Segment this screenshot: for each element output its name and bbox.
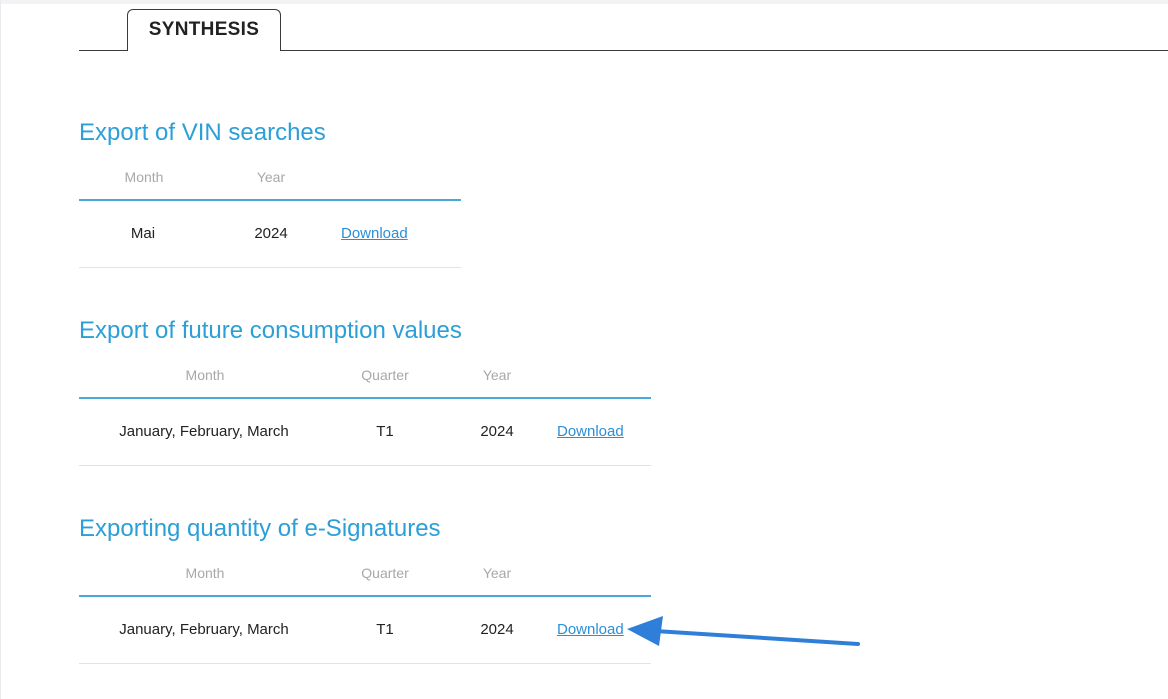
future-cell-year: 2024 xyxy=(480,423,514,440)
esign-cell-year: 2024 xyxy=(480,621,514,638)
future-download-link[interactable]: Download xyxy=(557,423,624,440)
tab-synthesis[interactable]: SYNTHESIS xyxy=(127,9,281,51)
esign-cell-quarter: T1 xyxy=(376,621,394,638)
esign-row-divider xyxy=(79,663,651,664)
vin-cell-month: Mai xyxy=(130,225,156,242)
esign-header-divider xyxy=(79,595,651,597)
vin-header-month: Month xyxy=(124,169,164,185)
vin-header-divider xyxy=(79,199,461,201)
future-header-year: Year xyxy=(482,367,512,383)
future-section: Export of future consumption values Mont… xyxy=(79,317,651,467)
esign-header-year: Year xyxy=(482,565,512,581)
vin-header-year: Year xyxy=(256,169,286,185)
vin-download-link[interactable]: Download xyxy=(341,225,408,242)
vin-section-title: Export of VIN searches xyxy=(79,119,326,146)
future-cell-quarter: T1 xyxy=(376,423,394,440)
esign-header-month: Month xyxy=(185,565,225,581)
future-cell-month: January, February, March xyxy=(119,423,289,440)
vin-cell-year: 2024 xyxy=(254,225,288,242)
esign-cell-month: January, February, March xyxy=(119,621,289,638)
esign-section: Exporting quantity of e-Signatures Month… xyxy=(79,515,651,665)
future-section-title: Export of future consumption values xyxy=(79,317,462,344)
annotation-arrow-icon xyxy=(627,616,860,646)
esign-section-title: Exporting quantity of e-Signatures xyxy=(79,515,441,542)
page: SYNTHESIS Export of VIN searches Month Y… xyxy=(0,0,1168,699)
future-header-month: Month xyxy=(185,367,225,383)
vin-row-divider xyxy=(79,267,461,268)
esign-download-link[interactable]: Download xyxy=(557,621,624,638)
future-header-divider xyxy=(79,397,651,399)
future-header-quarter: Quarter xyxy=(361,367,409,383)
esign-header-quarter: Quarter xyxy=(361,565,409,581)
vin-section: Export of VIN searches Month Year Mai 20… xyxy=(79,119,461,269)
top-strip xyxy=(1,0,1168,4)
future-row-divider xyxy=(79,465,651,466)
